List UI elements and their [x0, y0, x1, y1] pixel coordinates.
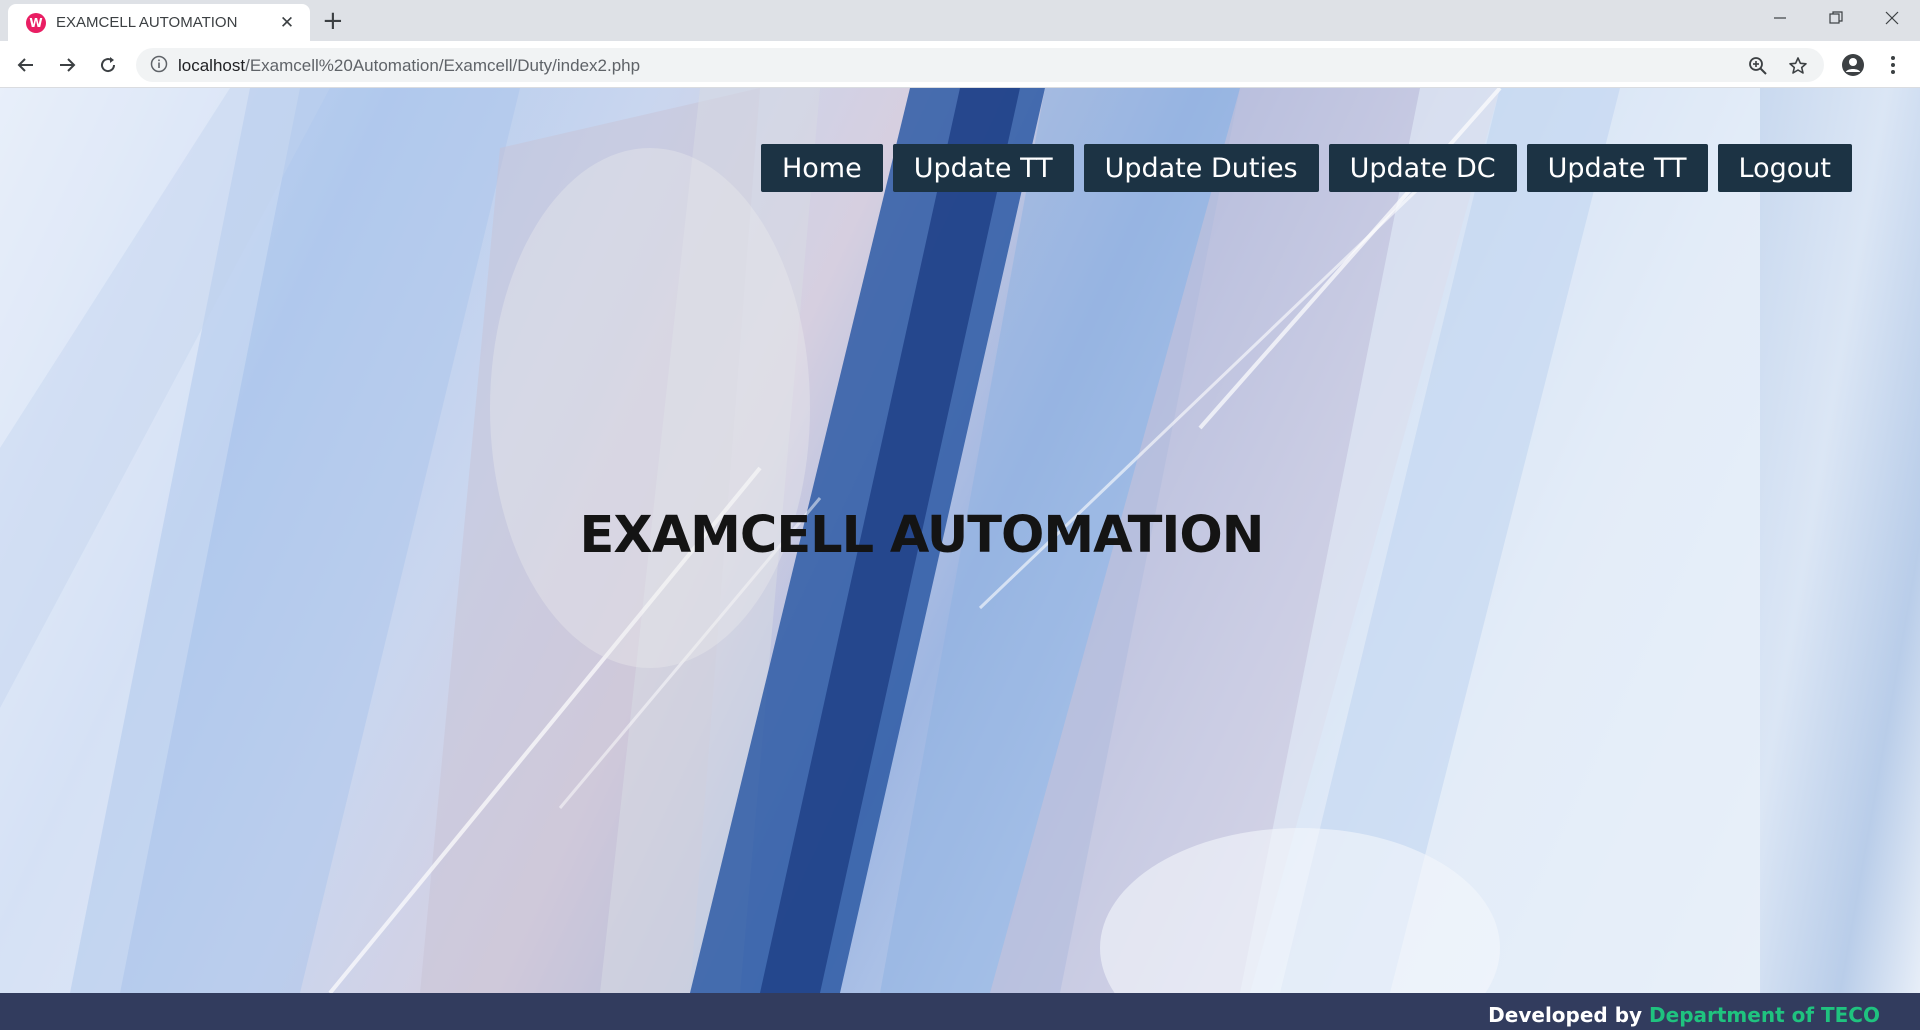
more-menu-icon[interactable]	[1879, 51, 1907, 79]
forward-arrow-icon[interactable]	[53, 51, 81, 79]
close-window-icon[interactable]	[1864, 0, 1920, 36]
favicon-icon: W	[26, 12, 46, 33]
browser-toolbar: localhost/Examcell%20Automation/Examcell…	[0, 41, 1920, 88]
nav-update-duties-button[interactable]: Update Duties	[1083, 144, 1319, 192]
web-page: Home Update TT Update Duties Update DC U…	[0, 88, 1920, 1030]
profile-avatar-icon[interactable]	[1839, 51, 1867, 79]
zoom-icon[interactable]	[1748, 56, 1768, 81]
nav-update-tt-button-2[interactable]: Update TT	[1526, 144, 1708, 192]
nav-home-button[interactable]: Home	[760, 144, 883, 192]
browser-tab[interactable]: W EXAMCELL AUTOMATION ✕	[8, 4, 310, 41]
bookmark-star-icon[interactable]	[1788, 56, 1808, 81]
nav-logout-button[interactable]: Logout	[1717, 144, 1852, 192]
url-host: localhost	[178, 56, 246, 75]
footer-prefix: Developed by	[1488, 1003, 1643, 1027]
url-path: /Examcell%20Automation/Examcell/Duty/ind…	[245, 56, 641, 75]
page-title: EXAMCELL AUTOMATION	[579, 506, 1265, 565]
footer-credit: Developed by Department of TECO	[1488, 1003, 1880, 1027]
browser-tabstrip: W EXAMCELL AUTOMATION ✕ +	[0, 0, 1920, 41]
url-text: localhost/Examcell%20Automation/Examcell…	[178, 56, 640, 76]
window-controls	[1752, 0, 1920, 41]
site-info-icon[interactable]	[150, 55, 168, 78]
tab-close-icon[interactable]: ✕	[276, 13, 298, 33]
address-bar[interactable]: localhost/Examcell%20Automation/Examcell…	[136, 48, 1824, 82]
top-navigation: Home Update TT Update Duties Update DC U…	[760, 144, 1852, 192]
footer-department: Department of TECO	[1649, 1003, 1880, 1027]
minimize-icon[interactable]	[1752, 0, 1808, 36]
tab-title: EXAMCELL AUTOMATION	[56, 14, 238, 31]
favicon-letter: W	[29, 15, 43, 30]
nav-update-dc-button[interactable]: Update DC	[1328, 144, 1517, 192]
nav-update-tt-button[interactable]: Update TT	[892, 144, 1074, 192]
new-tab-plus-icon[interactable]: +	[322, 8, 344, 34]
back-arrow-icon[interactable]	[12, 51, 40, 79]
restore-icon[interactable]	[1808, 0, 1864, 36]
reload-icon[interactable]	[94, 51, 122, 79]
page-footer: Developed by Department of TECO	[0, 993, 1920, 1030]
